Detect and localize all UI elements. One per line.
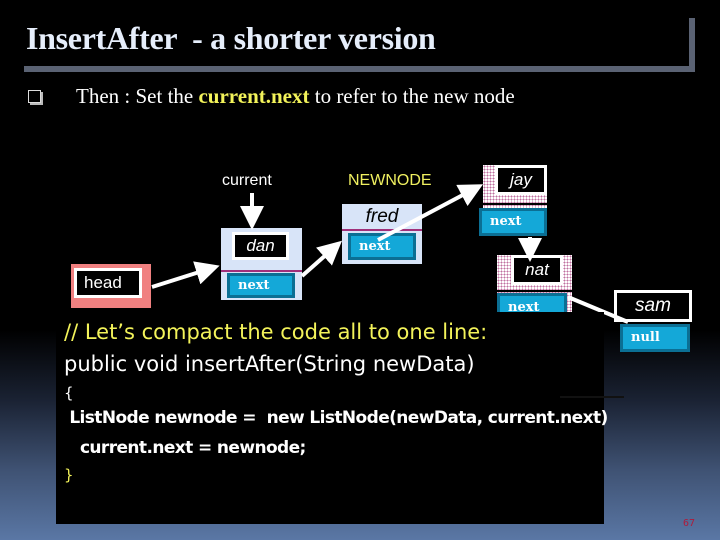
- arrow-head-to-dan: [151, 261, 220, 289]
- code-close-brace: }: [64, 466, 74, 484]
- code-signature: public void insertAfter(String newData): [64, 352, 475, 376]
- code-comment: // Let’s compact the code all to one lin…: [64, 320, 488, 344]
- code-line-1: ListNode newnode = new ListNode(newData,…: [64, 408, 608, 428]
- arrow-dan-to-fred: [300, 240, 342, 278]
- code-line-2: current.next = newnode;: [64, 438, 306, 458]
- page-number: 67: [683, 518, 696, 529]
- code-open-brace: {: [64, 384, 74, 402]
- arrow-fred-to-jay: [377, 184, 484, 242]
- code-box: // Let’s compact the code all to one lin…: [56, 312, 608, 524]
- decorative-rule: [560, 396, 624, 398]
